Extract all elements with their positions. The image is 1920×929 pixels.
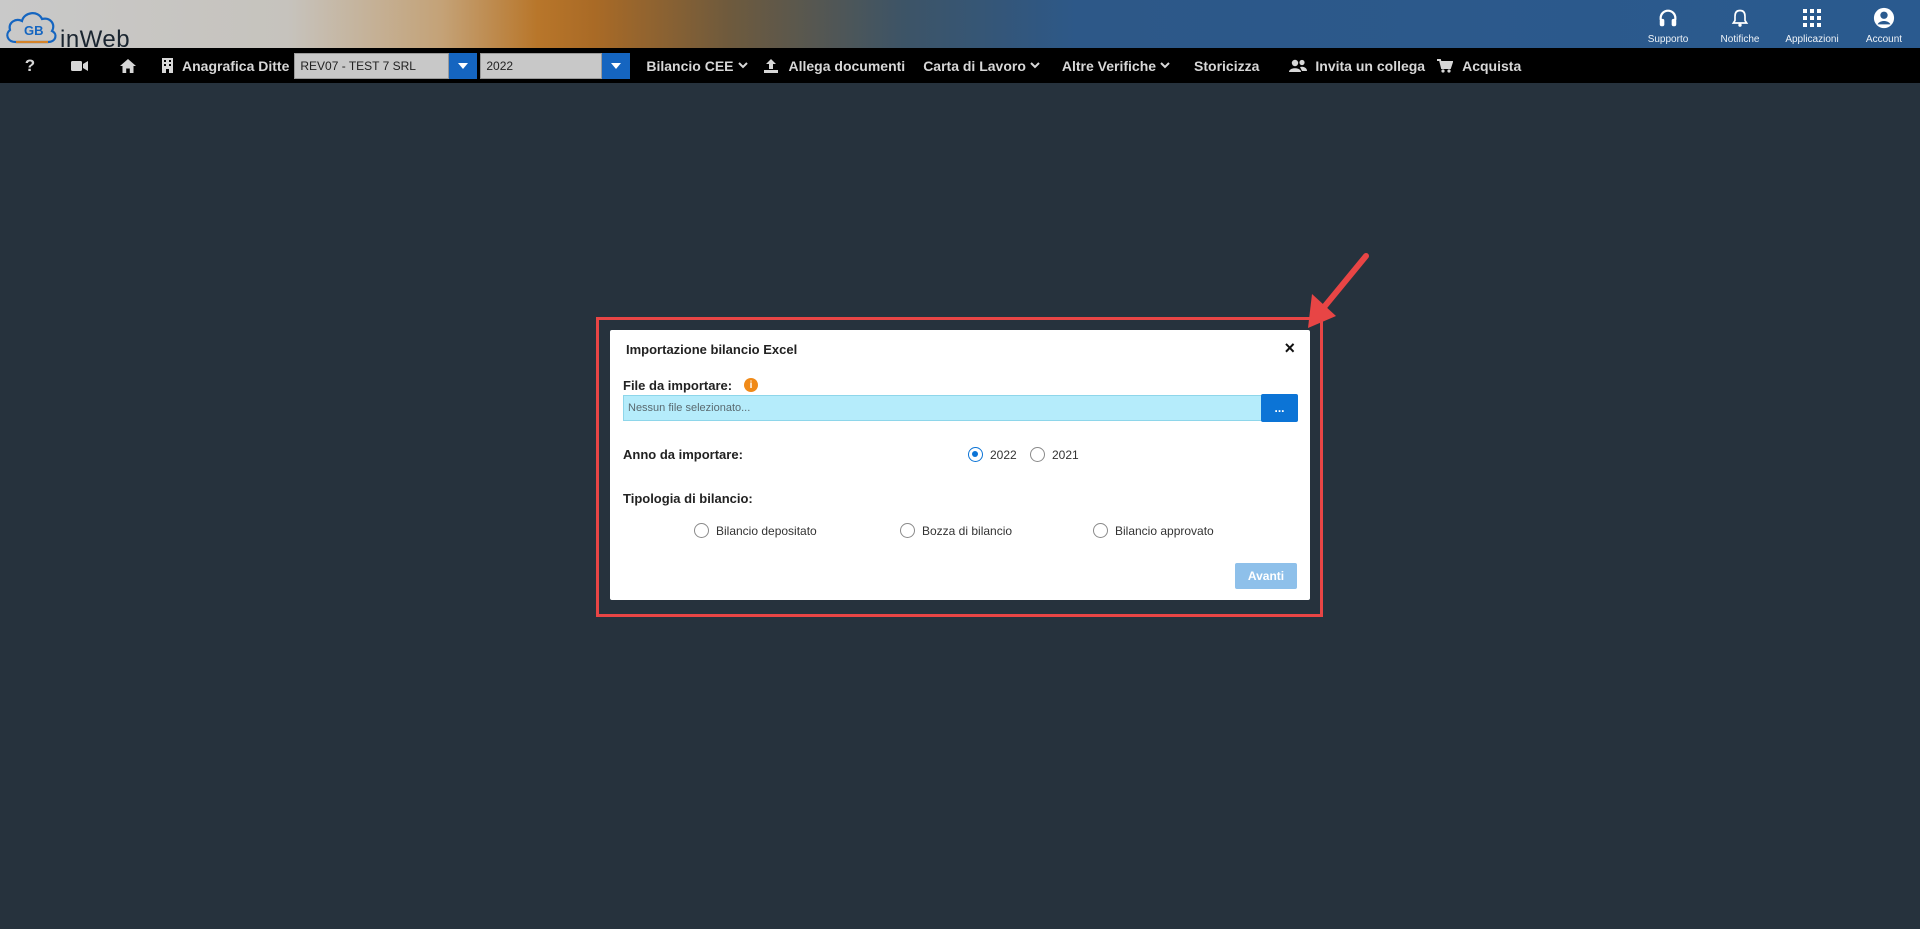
company-registry-label: Anagrafica Ditte — [182, 57, 290, 74]
browse-file-button[interactable]: ... — [1261, 394, 1298, 422]
year-select-dropdown[interactable] — [602, 52, 631, 79]
radio-unchecked-icon[interactable] — [900, 523, 915, 538]
company-select-value[interactable]: REV07 - TEST 7 SRL — [294, 52, 450, 79]
radio-unchecked-icon[interactable] — [694, 523, 709, 538]
import-excel-dialog: Importazione bilancio Excel × File da im… — [610, 330, 1310, 600]
building-icon — [162, 58, 173, 73]
nav-bilancio-cee-label: Bilancio CEE — [646, 57, 734, 74]
nav-carta-di-lavoro[interactable]: Carta di Lavoro — [923, 48, 1040, 83]
headset-icon — [1657, 6, 1679, 30]
close-icon[interactable]: × — [1284, 339, 1295, 357]
app-logo[interactable]: GB inWeb — [4, 4, 144, 53]
nav-altre-verifiche[interactable]: Altre Verifiche — [1062, 48, 1170, 83]
applications-label: Applicazioni — [1785, 34, 1839, 45]
caret-down-icon — [611, 62, 622, 69]
account-button[interactable]: Account — [1848, 0, 1920, 48]
dialog-title: Importazione bilancio Excel — [626, 342, 798, 357]
year-label: Anno da importare: — [623, 447, 743, 462]
year-select-value[interactable]: 2022 — [480, 52, 603, 79]
radio-unchecked-icon[interactable] — [1030, 447, 1045, 462]
account-label: Account — [1865, 34, 1903, 45]
year-option-2021[interactable]: 2021 — [1030, 447, 1079, 462]
nav-carta-di-lavoro-label: Carta di Lavoro — [923, 57, 1026, 74]
account-icon — [1873, 6, 1895, 30]
nav-storicizza-label: Storicizza — [1194, 57, 1260, 74]
type-option-label: Bilancio approvato — [1115, 523, 1214, 538]
help-icon: ? — [24, 55, 36, 75]
info-icon[interactable]: i — [744, 378, 758, 392]
home-icon — [120, 58, 136, 73]
radio-checked-icon[interactable] — [968, 447, 983, 462]
year-option-2022[interactable]: 2022 — [968, 447, 1017, 462]
year-option-label: 2022 — [990, 447, 1017, 462]
year-select[interactable]: 2022 — [480, 52, 631, 79]
upload-icon — [763, 58, 778, 73]
file-input[interactable] — [623, 395, 1263, 421]
home-button[interactable] — [100, 48, 156, 83]
users-icon — [1289, 59, 1308, 72]
type-option-draft[interactable]: Bozza di bilancio — [900, 523, 1012, 538]
svg-text:GB: GB — [24, 23, 44, 38]
top-actions: Supporto Notifiche Applicazioni Account — [1632, 0, 1920, 48]
nav-acquista[interactable]: Acquista — [1437, 48, 1521, 83]
company-select[interactable]: REV07 - TEST 7 SRL — [294, 52, 478, 79]
chevron-down-icon — [737, 62, 748, 69]
bell-icon — [1730, 6, 1750, 30]
notifications-button[interactable]: Notifiche — [1704, 0, 1776, 48]
support-label: Supporto — [1647, 34, 1689, 45]
file-label: File da importare: — [623, 378, 733, 393]
type-label: Tipologia di bilancio: — [623, 491, 753, 506]
cart-icon — [1437, 58, 1454, 73]
nav-allega-documenti[interactable]: Allega documenti — [763, 48, 906, 83]
nav-invita-collega-label: Invita un collega — [1315, 57, 1426, 74]
nav-allega-documenti-label: Allega documenti — [788, 57, 906, 74]
main-navbar: ? Anagrafica Ditte REV07 - TEST 7 SRL 20… — [0, 48, 1920, 83]
type-option-deposited[interactable]: Bilancio depositato — [694, 523, 817, 538]
nav-bilancio-cee[interactable]: Bilancio CEE — [646, 48, 748, 83]
top-banner: GB inWeb Supporto Notifiche Applicazioni — [0, 0, 1920, 53]
type-option-label: Bilancio depositato — [716, 523, 817, 538]
help-button[interactable]: ? — [0, 48, 60, 83]
chevron-down-icon — [1160, 62, 1170, 69]
type-option-label: Bozza di bilancio — [922, 523, 1013, 538]
nav-acquista-label: Acquista — [1462, 57, 1522, 74]
nav-altre-verifiche-label: Altre Verifiche — [1061, 57, 1157, 74]
chevron-down-icon — [1030, 62, 1040, 69]
radio-unchecked-icon[interactable] — [1093, 523, 1108, 538]
company-registry-link[interactable]: Anagrafica Ditte — [162, 48, 289, 83]
notifications-label: Notifiche — [1720, 34, 1760, 45]
applications-button[interactable]: Applicazioni — [1776, 0, 1848, 48]
support-button[interactable]: Supporto — [1632, 0, 1704, 48]
caret-down-icon — [458, 62, 469, 69]
nav-invita-collega[interactable]: Invita un collega — [1289, 48, 1425, 83]
nav-storicizza[interactable]: Storicizza — [1194, 48, 1259, 83]
video-button[interactable] — [60, 48, 100, 83]
next-button[interactable]: Avanti — [1235, 563, 1297, 589]
video-camera-icon — [71, 60, 88, 71]
grid-icon — [1802, 6, 1822, 30]
type-option-approved[interactable]: Bilancio approvato — [1093, 523, 1214, 538]
cloud-logo-icon: GB — [6, 12, 57, 44]
year-option-label: 2021 — [1052, 447, 1079, 462]
company-select-dropdown[interactable] — [449, 52, 478, 79]
